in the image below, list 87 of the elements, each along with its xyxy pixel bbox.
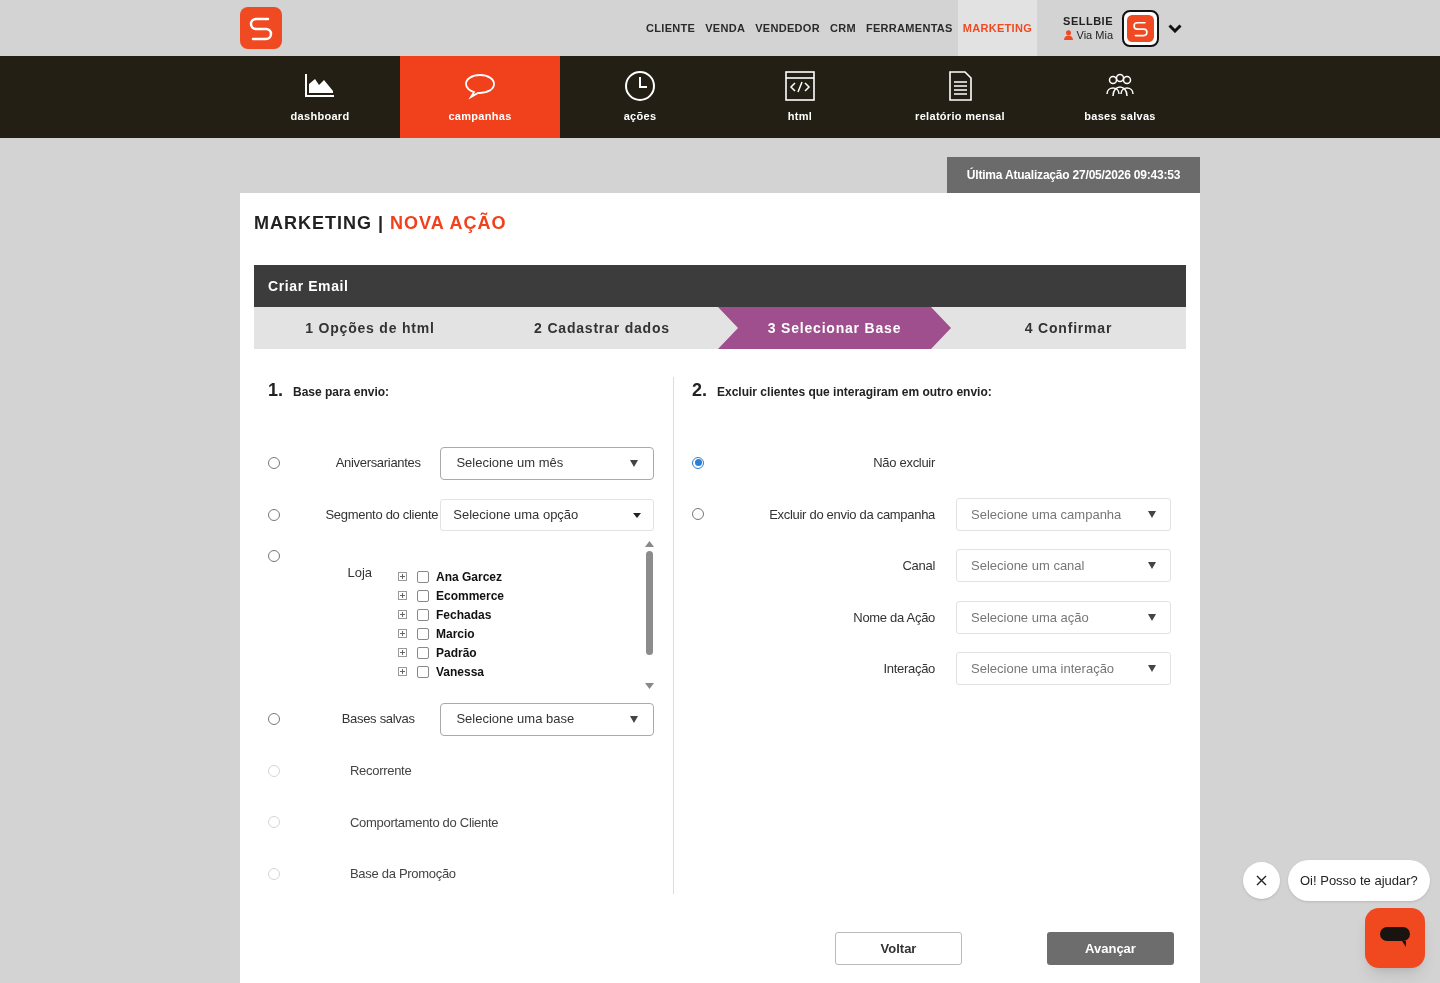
option-label: Loja [346,564,372,582]
option-label: Aniversariantes [334,454,422,473]
caret-down-icon [1148,665,1156,673]
option-label: Interação [882,660,935,678]
step-tab[interactable]: 2 Cadastrar dados [486,307,718,349]
user-icon [1063,30,1073,40]
caret-down-icon [1148,562,1156,570]
page-title: NOVA AÇÃO [390,211,507,235]
select-field[interactable]: Selecione um mês [440,446,654,480]
tree-item-label[interactable]: Ana Garcez [436,567,503,586]
close-button[interactable] [1243,862,1280,899]
option-label: Base da Promoção [350,865,456,883]
nav-tab[interactable]: ações [560,56,720,138]
expand-icon[interactable] [398,572,407,581]
step-tab[interactable]: 1 Opções de html [254,307,486,349]
page-section-title: MARKETING [254,211,372,235]
expand-icon[interactable] [398,591,407,600]
close-icon [1256,875,1267,886]
tree-item-label[interactable]: Ecommerce [436,586,505,605]
option-label: Canal [901,557,935,575]
option-label: Não excluir [872,454,935,472]
tree-item-label[interactable]: Fechadas [436,605,492,624]
code-window-icon [784,69,816,102]
caret-down-icon [630,459,638,467]
select-field[interactable]: Selecione um canal [956,549,1171,583]
checkbox[interactable] [417,608,429,621]
checkbox[interactable] [417,570,429,583]
scrollbar-thumb[interactable] [645,551,653,655]
nav-tab[interactable]: relatório mensal [880,56,1040,138]
expand-icon[interactable] [398,629,407,638]
option-label: Excluir do envio da campanha [768,505,935,524]
back-button[interactable]: Voltar [835,932,962,965]
panel-header: Criar Email [254,265,1186,307]
top-nav-link[interactable]: CLIENTE [641,0,701,56]
last-update-badge: Última Atualização 27/05/2026 09:43:53 [947,157,1200,193]
select-field[interactable]: Selecione uma ação [956,600,1171,634]
caret-down-icon [1148,510,1156,518]
tree-item-label[interactable]: Vanessa [436,662,485,681]
option-label: Bases salvas [340,710,416,729]
checkbox[interactable] [417,665,429,678]
select-field[interactable]: Selecione uma opção [440,499,654,531]
caret-down-icon [630,715,638,723]
logo-icon[interactable] [240,7,282,49]
scroll-up-icon[interactable] [644,541,654,547]
checkbox[interactable] [417,589,429,602]
logo-icon [1127,14,1154,42]
step-tab[interactable]: 4 Confirmar [951,307,1186,349]
checkbox[interactable] [417,627,429,640]
top-nav-link[interactable]: FERRAMENTAS [860,0,958,56]
expand-icon[interactable] [398,610,407,619]
top-nav-link[interactable]: VENDEDOR [750,0,825,56]
nav-tab[interactable]: dashboard [240,56,400,138]
nav-tab[interactable]: html [720,56,880,138]
tree-item-label[interactable]: Padrão [436,643,477,662]
chat-bubble: Oi! Posso te ajudar? [1288,860,1430,901]
scroll-down-icon[interactable] [644,683,654,689]
chat-icon [1380,927,1410,949]
step-tab[interactable]: 3 Selecionar Base [718,307,951,349]
nav-tab[interactable]: bases salvas [1040,56,1200,138]
expand-icon[interactable] [398,648,407,657]
select-field[interactable]: Selecione uma base [440,702,654,736]
company-name: SELLBIE [1063,14,1113,28]
select-field[interactable]: Selecione uma interação [956,652,1171,686]
top-nav-link[interactable]: CRM [824,0,861,56]
next-button[interactable]: Avançar [1047,932,1174,965]
caret-down-icon [1148,613,1156,621]
clock-icon [624,69,656,102]
tree-item-label[interactable]: Marcio [436,624,475,643]
top-nav-link[interactable]: VENDA [700,0,751,56]
option-label: Segmento do cliente [324,506,440,525]
chat-button[interactable] [1365,908,1425,968]
section-number: 1. [268,379,283,402]
select-field[interactable]: Selecione uma campanha [956,497,1171,531]
user-name: Via Mia [1076,28,1113,42]
account-avatar[interactable] [1122,9,1159,47]
expand-icon[interactable] [398,667,407,676]
caret-down-icon [633,512,641,518]
option-label: Nome da Ação [852,608,935,627]
option-label: Recorrente [350,762,412,780]
section-heading: Excluir clientes que interagiram em outro envio: [717,384,992,401]
checkbox[interactable] [417,646,429,659]
title-separator: | [378,211,385,235]
nav-tab[interactable]: campanhas [400,56,560,138]
section-heading: Base para envio: [293,384,390,401]
option-label: Comportamento do Cliente [350,813,499,832]
chevron-down-icon[interactable] [1168,23,1182,33]
section-number: 2. [692,379,707,402]
